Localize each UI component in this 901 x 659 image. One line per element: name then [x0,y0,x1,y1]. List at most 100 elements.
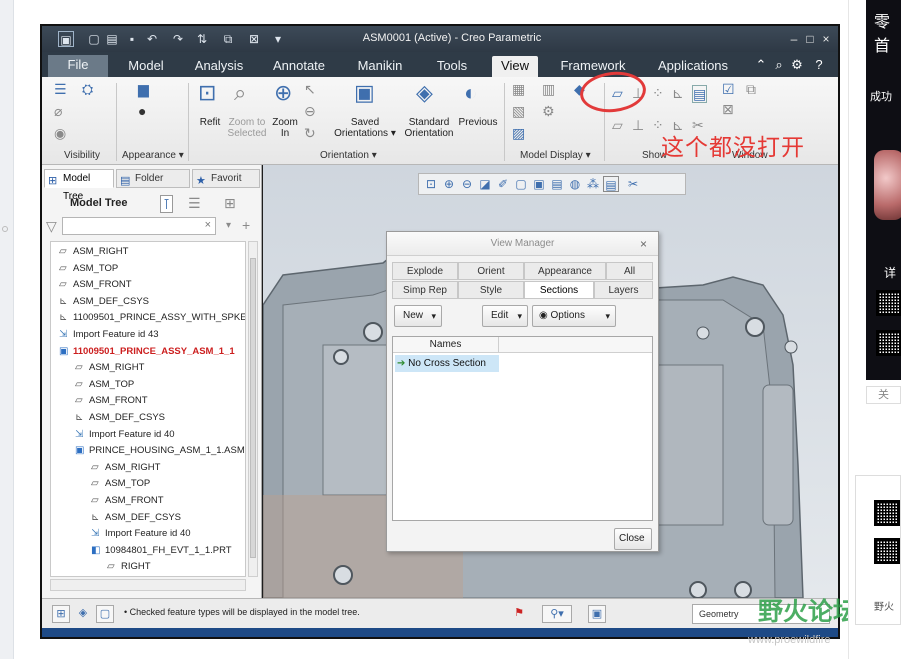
scrollbar-thumb[interactable] [250,258,256,558]
save-icon[interactable]: ▪ [124,31,140,47]
minimize-button[interactable]: – [786,31,802,47]
spin-icon[interactable]: ✐ [495,176,511,192]
search-icon[interactable]: ⌕ [772,57,786,73]
section-view-icon[interactable]: ▨ [512,125,525,141]
standard-orientation-label[interactable]: Standard Orientation [404,117,454,139]
tab-all[interactable]: All [606,262,653,280]
tab-applications[interactable]: Applications [650,56,736,77]
zoom-selected-icon[interactable]: ⌕ [234,81,246,105]
tree-item[interactable]: ▣ 11009501_PRINCE_ASSY_ASM_1_1 [59,344,235,360]
refit-icon[interactable]: ⊡ [198,81,216,105]
regen-flag-icon[interactable]: ⚑ [510,605,528,623]
tree-item[interactable]: ▱ ASM_RIGHT [75,360,144,376]
standard-orientation-icon[interactable]: ◈ [416,81,433,105]
saved-orientations-label[interactable]: Saved Orientations ▾ [334,117,396,139]
axis-tag-icon[interactable]: ⊥ [632,117,644,133]
tab-simp-rep[interactable]: Simp Rep [392,281,458,299]
windows-menu-icon[interactable]: ⧉ [746,81,756,97]
refit-label[interactable]: Refit [192,117,228,128]
filter-icon[interactable]: ▽ [46,218,57,234]
annotation-display-icon[interactable]: ▤ [692,85,708,103]
redo-icon[interactable]: ↷ [170,31,186,47]
add-icon[interactable]: + [242,217,250,233]
collapse-ribbon-icon[interactable]: ⌃ [754,57,768,73]
tree-item[interactable]: ▱ ASM_FRONT [75,393,148,409]
show-list-icon[interactable]: ☰ [188,195,201,211]
zoom-in-icon[interactable]: ⊕ [441,176,457,192]
point-display-icon[interactable]: ⁘ [652,85,664,101]
full-screen-icon[interactable]: ▢ [96,605,114,623]
scene-icon[interactable]: ● [138,103,146,119]
tree-item[interactable]: ⊾ 11009501_PRINCE_ASSY_WITH_SPKER [59,310,245,326]
tab-orient[interactable]: Orient [458,262,524,280]
tree-item[interactable]: ▱ ASM_TOP [91,476,150,492]
previous-label[interactable]: Previous [456,117,500,128]
tab-style[interactable]: Style [458,281,524,299]
tree-item[interactable]: ▱ ASM_FRONT [91,493,164,509]
close-window-icon[interactable]: ⊠ [722,101,734,117]
named-views-icon[interactable]: ▤ [549,176,565,192]
display-style-icon[interactable]: ▦ [512,81,525,97]
selection-filter-icon[interactable]: ▣ [588,605,606,623]
tree-search-input[interactable]: × [62,217,216,235]
edit-dropdown[interactable]: Edit ▾ [482,305,528,327]
tree-item[interactable]: ▱ ASM_TOP [75,377,134,393]
tab-model[interactable]: Model [118,56,174,77]
new-dropdown[interactable]: New ▾ [394,305,442,327]
status-icon[interactable]: ◉ [54,125,66,141]
settings-icon[interactable]: ⚙ [790,57,804,73]
search-options-icon[interactable]: ▾ [226,218,231,234]
hide-icon[interactable]: ⛭ [82,81,93,97]
tab-folder-browser[interactable]: ▤ Folder [116,169,190,188]
view-manager-icon[interactable]: ⚙ [542,103,555,119]
perspective-icon[interactable]: ▧ [512,103,525,119]
tree-item[interactable]: ▱ RIGHT [107,559,151,575]
unhide-icon[interactable]: ⌀ [54,103,62,119]
pan-icon[interactable]: ↖ [304,81,316,97]
refit-icon[interactable]: ⊡ [423,176,439,192]
repaint-icon[interactable]: ◪ [477,176,493,192]
appearance-gallery-icon[interactable]: ▆ [138,81,149,97]
tree-item[interactable]: ▱ ASM_RIGHT [91,460,160,476]
find-icon[interactable]: ⚲▾ [542,605,572,623]
close-window-icon[interactable]: ⊠ [246,31,262,47]
group-orientation[interactable]: Orientation ▾ [320,150,377,161]
customize-quick-access-icon[interactable]: ▾ [270,31,286,47]
app-menu-icon[interactable]: ▣ [58,31,74,47]
group-appearance[interactable]: Appearance ▾ [122,150,184,161]
plane-tag-icon[interactable]: ▱ [612,117,623,133]
regenerate-icon[interactable]: ⇅ [194,31,210,47]
maximize-button[interactable]: □ [802,31,818,47]
close-button[interactable]: × [818,31,834,47]
tree-item[interactable]: ▱ ASM_FRONT [59,277,132,293]
dialog-title-bar[interactable]: View Manager × [387,232,658,256]
close-ad-button[interactable]: 关 [866,386,901,404]
close-dialog-button[interactable]: Close [614,528,652,550]
tab-tools[interactable]: Tools [428,56,476,77]
tree-item[interactable]: ▣ PRINCE_HOUSING_ASM_1_1.ASM [75,443,245,459]
layers-icon[interactable]: ☰ [54,81,67,97]
zoom-selected-label[interactable]: Zoom to Selected [224,117,270,139]
shading-options-icon[interactable]: ▥ [542,81,555,97]
zoom-in-icon[interactable]: ⊕ [274,81,292,105]
list-item[interactable]: ➔ No Cross Section [395,355,499,372]
open-folder-icon[interactable]: ▤ [104,31,120,47]
saved-orientations-icon[interactable]: ▣ [354,81,375,105]
tree-item[interactable]: ▱ ASM_RIGHT [59,244,128,260]
tree-item[interactable]: ⇲ Import Feature id 40 [91,526,191,542]
display-style-icon[interactable]: ▣ [531,176,547,192]
view-manager-icon[interactable]: ◍ [567,176,583,192]
datum-display-icon[interactable]: ⁂ [585,176,601,192]
browser-toggle-icon[interactable]: ◈ [74,605,92,623]
names-column-header[interactable]: Names [393,337,499,353]
tree-item[interactable]: ⊾ ASM_DEF_CSYS [91,510,181,526]
navigator-toggle-icon[interactable]: ⊞ [52,605,70,623]
clear-search-icon[interactable]: × [205,219,211,231]
tab-model-tree[interactable]: ⊞ Model Tree [44,169,114,202]
tab-analysis[interactable]: Analysis [188,56,250,77]
activate-window-icon[interactable]: ☑ [722,81,735,97]
tree-item[interactable]: ⇲ Import Feature id 40 [75,427,175,443]
new-file-icon[interactable]: ▢ [86,31,102,47]
tab-file[interactable]: File [48,55,108,77]
tree-settings-icon[interactable]: ⊺ [160,195,174,213]
